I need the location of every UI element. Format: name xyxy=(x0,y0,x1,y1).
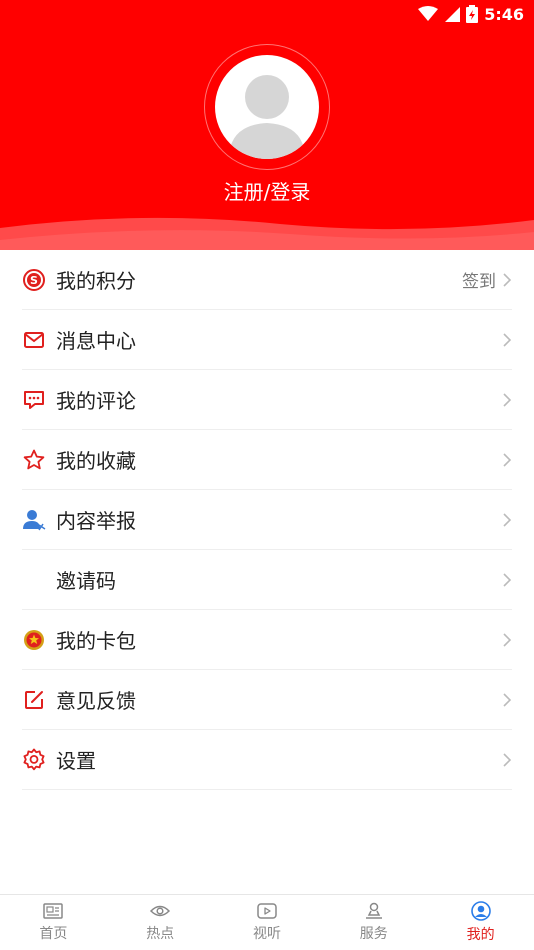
nav-item-service[interactable]: 服务 xyxy=(320,895,427,950)
nav-label: 服务 xyxy=(359,926,388,942)
menu-item-label: 消息中心 xyxy=(56,329,136,353)
edit-feedback-icon xyxy=(22,688,46,712)
bottom-nav: 首页 热点 视听 服务 我的 xyxy=(0,894,534,950)
emblem-icon xyxy=(22,628,46,652)
menu-item-messages[interactable]: 消息中心 xyxy=(22,310,512,370)
menu-item-comments[interactable]: 我的评论 xyxy=(22,370,512,430)
menu-item-favorites[interactable]: 我的收藏 xyxy=(22,430,512,490)
chevron-right-icon xyxy=(503,692,512,707)
menu-item-points[interactable]: S 我的积分 签到 xyxy=(22,250,512,310)
menu-item-feedback[interactable]: 意见反馈 xyxy=(22,670,512,730)
avatar-ring[interactable] xyxy=(204,44,330,170)
default-user-icon xyxy=(229,75,305,159)
envelope-icon xyxy=(22,328,46,352)
header-wave xyxy=(0,217,534,250)
battery-icon xyxy=(466,5,479,23)
chevron-right-icon xyxy=(503,572,512,587)
nav-label: 视听 xyxy=(252,926,281,942)
nav-item-home[interactable]: 首页 xyxy=(0,895,107,950)
menu-item-label: 我的评论 xyxy=(56,389,136,413)
menu-item-label: 我的卡包 xyxy=(56,629,136,653)
points-coin-icon: S xyxy=(22,268,46,292)
chevron-right-icon xyxy=(503,452,512,467)
news-icon xyxy=(43,903,64,919)
avatar[interactable] xyxy=(215,55,319,159)
chevron-right-icon xyxy=(503,512,512,527)
chevron-right-icon xyxy=(503,272,512,287)
menu-item-label: 意见反馈 xyxy=(56,689,136,713)
menu-item-label: 设置 xyxy=(56,749,96,773)
nav-item-hot[interactable]: 热点 xyxy=(107,895,214,950)
status-time: 5:46 xyxy=(484,4,524,24)
blank-icon-slot xyxy=(22,568,46,592)
svg-text:S: S xyxy=(30,274,38,287)
signal-icon xyxy=(444,6,461,22)
comment-icon xyxy=(22,388,46,412)
wifi-icon xyxy=(418,6,439,22)
menu-item-settings[interactable]: 设置 xyxy=(22,730,512,790)
menu-list: S 我的积分 签到 消息中心 我的评论 我的收藏 内容举报 邀请码 我的卡包 意… xyxy=(0,250,534,790)
login-register-link[interactable]: 注册/登录 xyxy=(0,176,534,205)
profile-screen: 5:46 注册/登录 S 我的积分 签到 消息中心 我的评论 我的收藏 内容举报… xyxy=(0,0,534,950)
gear-icon xyxy=(22,748,46,772)
menu-item-card-wallet[interactable]: 我的卡包 xyxy=(22,610,512,670)
chevron-right-icon xyxy=(503,632,512,647)
checkin-link[interactable]: 签到 xyxy=(462,267,496,292)
play-icon xyxy=(257,903,277,919)
service-icon xyxy=(365,902,382,919)
profile-header: 5:46 注册/登录 xyxy=(0,0,534,250)
menu-item-label: 邀请码 xyxy=(56,569,116,593)
nav-label: 首页 xyxy=(39,926,68,942)
report-user-icon xyxy=(22,508,46,532)
menu-item-invite-code[interactable]: 邀请码 xyxy=(22,550,512,610)
menu-item-label: 内容举报 xyxy=(56,509,136,533)
menu-item-report[interactable]: 内容举报 xyxy=(22,490,512,550)
chevron-right-icon xyxy=(503,392,512,407)
user-icon xyxy=(470,901,491,921)
eye-icon xyxy=(150,905,171,917)
nav-item-video[interactable]: 视听 xyxy=(214,895,321,950)
nav-item-mine[interactable]: 我的 xyxy=(427,895,534,950)
menu-item-label: 我的收藏 xyxy=(56,449,136,473)
chevron-right-icon xyxy=(503,752,512,767)
status-bar: 5:46 xyxy=(0,0,534,28)
nav-label: 我的 xyxy=(466,927,495,943)
chevron-right-icon xyxy=(503,332,512,347)
menu-item-label: 我的积分 xyxy=(56,269,136,293)
nav-label: 热点 xyxy=(146,926,175,942)
star-icon xyxy=(22,448,46,472)
